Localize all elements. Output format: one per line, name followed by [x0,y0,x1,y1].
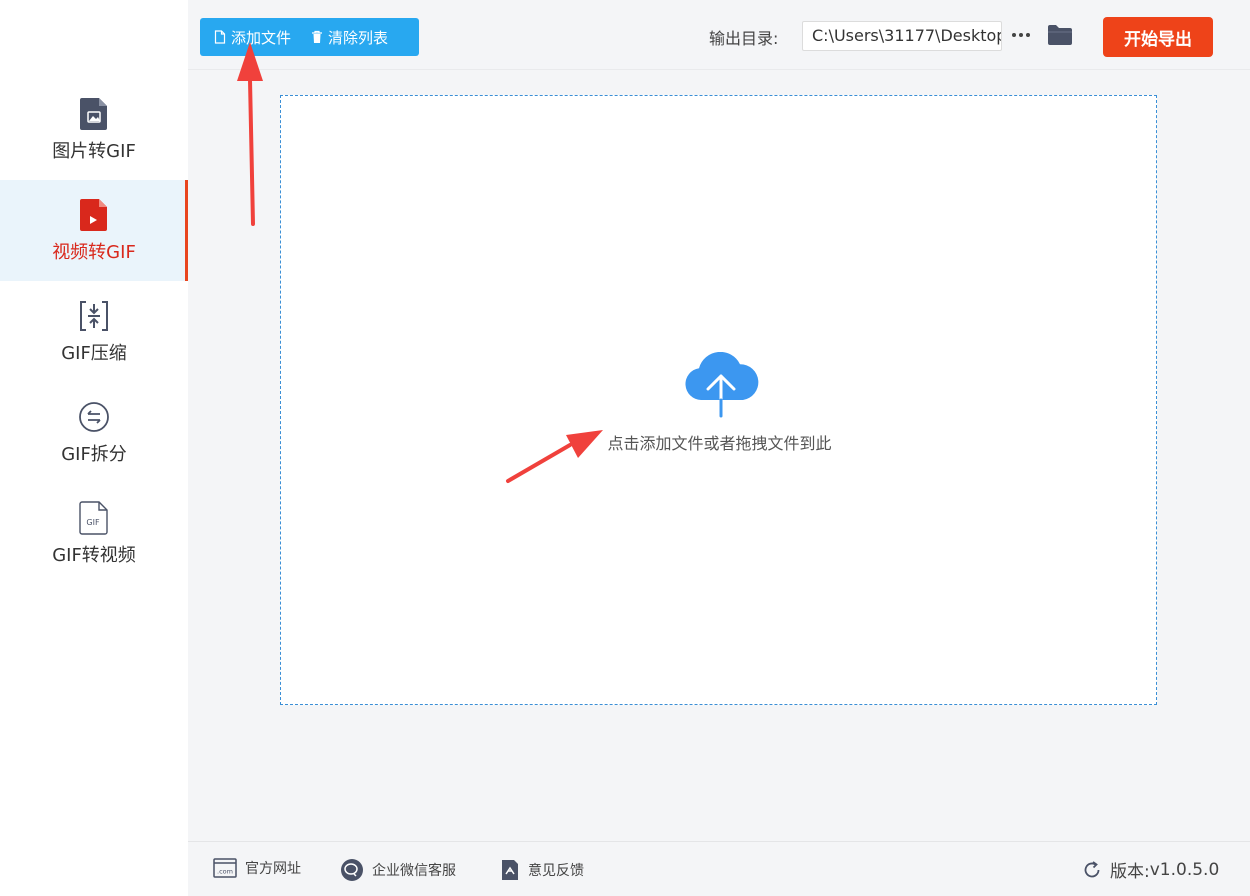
add-file-label: 添加文件 [231,28,292,47]
sidebar-item-label: GIF转视频 [52,544,136,566]
gif-file-icon: GIF [78,500,110,535]
svg-text:GIF: GIF [86,518,100,527]
drop-zone-hint: 点击添加文件或者拖拽文件到此 [607,434,832,453]
output-dir-label: 输出目录: [709,29,779,48]
output-path-field[interactable]: C:\Users\31177\Desktop [802,21,1002,51]
file-icon [214,30,226,44]
toolbar: 添加文件 清除列表 输出目录: C:\Users\31177\Desktop 开… [188,0,1250,70]
sidebar-item-label: GIF拆分 [61,443,127,465]
refresh-icon[interactable] [1082,860,1102,880]
open-folder-button[interactable] [1046,21,1074,49]
compress-icon [78,299,110,333]
official-website-link[interactable]: .com 官方网址 [213,858,301,878]
clear-list-button[interactable]: 清除列表 [311,18,398,56]
more-options-button[interactable] [1010,22,1032,48]
version-label: 版本: [1110,862,1150,882]
sidebar: 图片转GIF 视频转GIF GIF压缩 GIF拆分 GIF GIF转视频 [0,0,188,896]
svg-text:.com: .com [217,868,233,876]
clear-list-label: 清除列表 [328,28,389,47]
feedback-label: 意见反馈 [528,863,584,879]
sidebar-item-label: 图片转GIF [52,140,136,162]
folder-icon [1048,25,1072,45]
trash-icon [312,30,323,43]
sidebar-item-video-to-gif[interactable]: 视频转GIF [0,180,188,281]
feedback-link[interactable]: 意见反馈 [500,858,584,882]
version-info: 版本: v1.0.5.0 [1082,857,1219,882]
video-file-icon [78,198,110,232]
start-export-button[interactable]: 开始导出 [1103,17,1213,57]
main-panel: 添加文件 清除列表 输出目录: C:\Users\31177\Desktop 开… [188,0,1250,896]
sidebar-item-image-to-gif[interactable]: 图片转GIF [0,79,188,180]
file-drop-zone[interactable]: 点击添加文件或者拖拽文件到此 [280,95,1157,705]
chat-support-icon [341,859,363,881]
image-file-icon [78,97,110,131]
file-button-group: 添加文件 清除列表 [200,18,419,56]
website-icon: .com [213,858,237,878]
split-icon [78,400,110,434]
sidebar-item-label: GIF压缩 [61,342,127,364]
feedback-icon [502,860,518,880]
website-label: 官方网址 [245,861,301,877]
sidebar-item-gif-to-video[interactable]: GIF GIF转视频 [0,483,188,584]
sidebar-item-gif-split[interactable]: GIF拆分 [0,382,188,483]
cloud-upload-icon [685,352,759,418]
ellipsis-icon [1012,33,1030,37]
wechat-support-link[interactable]: 企业微信客服 [340,858,456,882]
footer: .com 官方网址 企业微信客服 意见反馈 版本: v1.0.5.0 [188,841,1250,896]
version-value: v1.0.5.0 [1149,859,1220,880]
support-label: 企业微信客服 [372,863,456,879]
add-file-button[interactable]: 添加文件 [200,18,311,56]
sidebar-item-gif-compress[interactable]: GIF压缩 [0,281,188,382]
sidebar-item-label: 视频转GIF [52,241,136,263]
